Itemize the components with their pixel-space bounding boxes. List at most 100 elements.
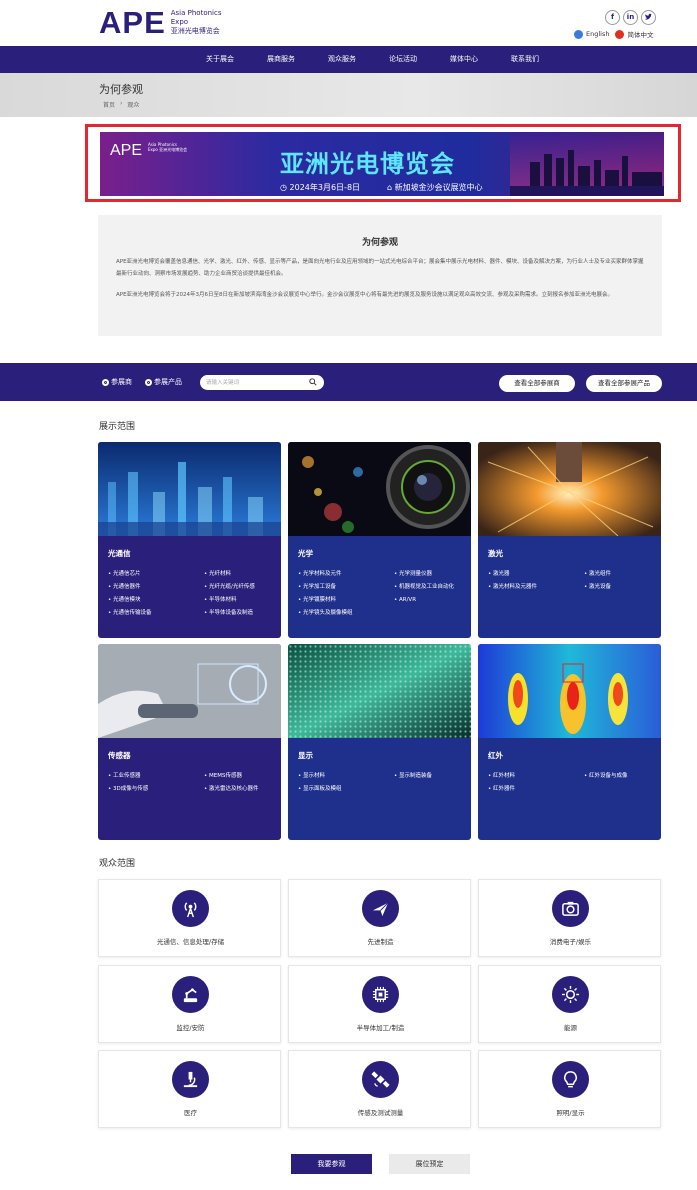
page-title: 为何参观	[99, 83, 143, 96]
radio-exhibitor-label: 参展商	[111, 378, 132, 386]
banner-title: 亚洲光电博览会	[280, 150, 455, 178]
list-item: 半导体设备及制造	[204, 608, 278, 618]
list-item: 光通信芯片	[108, 569, 204, 579]
why-visit-paragraph-1: APE亚洲光电博览会覆盖信息通信、光学、激光、红外、传感、显示等产品，是面向光电…	[116, 259, 644, 277]
banner-logo-sub: Asia Photonics Expo 亚洲光电博览会	[148, 142, 188, 152]
card-title: 显示	[298, 751, 313, 760]
list-item: 半导体材料	[204, 595, 278, 605]
exhibit-card-infrared[interactable]: 红外 红外材料 红外设备与成像 红外器件	[478, 644, 661, 840]
audience-card-advanced-manufacturing[interactable]: 先进制造	[288, 879, 471, 957]
list-item: 光学镜头及摄像模组	[298, 608, 394, 618]
book-booth-button[interactable]: 展位预定	[389, 1154, 470, 1174]
card-item-list: 光通信芯片 光纤材料 光通信器件 光纤光缆/光纤传感 光通信模块 半导体材料 光…	[108, 569, 278, 618]
audience-label: 传感及测试测量	[357, 1109, 404, 1117]
optics-lens-image	[288, 442, 471, 536]
audience-card-sensing-testing[interactable]: 传感及测试测量	[288, 1050, 471, 1128]
city-skyline-image	[510, 132, 664, 196]
exhibit-card-optics[interactable]: 光学 光学材料及元件 光学测量仪器 光学加工设备 机器视觉及工业自动化 光学镀膜…	[288, 442, 471, 638]
page-header: 为何参观 首页 › 观众	[0, 73, 697, 117]
why-visit-section: 为何参观 APE亚洲光电博览会覆盖信息通信、光学、激光、红外、传感、显示等产品，…	[98, 215, 662, 336]
audience-scope-title: 观众范围	[99, 859, 136, 869]
radio-exhibitor[interactable]: 参展商	[102, 377, 132, 387]
main-nav: 关于展会 展商服务 观众服务 论坛活动 媒体中心 联系我们	[0, 46, 697, 73]
exhibit-card-optical-comm[interactable]: 光通信 光通信芯片 光纤材料 光通信器件 光纤光缆/光纤传感 光通信模块 半导体…	[98, 442, 281, 638]
why-visit-heading: 为何参观	[361, 238, 398, 248]
microscope-icon	[172, 1061, 209, 1098]
sun-icon	[552, 976, 589, 1013]
exhibit-card-laser[interactable]: 激光 激光器 激光组件 激光材料及元器件 激光设备	[478, 442, 661, 638]
card-item-list: 工业传感器 MEMS传感器 3D成像与传感 激光雷达及核心器件	[108, 771, 278, 794]
exhibit-card-display[interactable]: 显示 显示材料 显示制造装备 显示面板及模组	[288, 644, 471, 840]
list-item: 激光材料及元器件	[488, 582, 584, 592]
search-input[interactable]	[206, 375, 306, 390]
antenna-icon	[172, 890, 209, 927]
audience-card-optical-comm[interactable]: 光通信、信息处理/存储	[98, 879, 281, 957]
list-item: 显示面板及模组	[298, 784, 394, 794]
card-title: 红外	[488, 751, 503, 760]
audience-card-lighting-display[interactable]: 照明/显示	[478, 1050, 661, 1128]
breadcrumb-current: 观众	[127, 102, 140, 109]
site-header: APE Asia Photonics Expo 亚洲光电博览会 f in Eng…	[0, 0, 697, 46]
camera-icon	[552, 890, 589, 927]
linkedin-icon[interactable]: in	[623, 10, 638, 25]
robot-arm-icon	[172, 976, 209, 1013]
highlighted-banner-frame: APE Asia Photonics Expo 亚洲光电博览会 亚洲光电博览会 …	[85, 124, 681, 202]
twitter-icon[interactable]	[641, 10, 656, 25]
nav-contact[interactable]: 联系我们	[511, 46, 539, 73]
nav-forums[interactable]: 论坛活动	[389, 46, 417, 73]
list-item: 红外器件	[488, 784, 584, 794]
card-item-list: 显示材料 显示制造装备 显示面板及模组	[298, 771, 468, 794]
audience-label: 光通信、信息处理/存储	[156, 938, 225, 946]
chip-icon	[362, 976, 399, 1013]
logo-sub-line3: 亚洲光电博览会	[170, 27, 220, 35]
facebook-icon[interactable]: f	[605, 10, 620, 25]
view-all-products-button[interactable]: 查看全部参展产品	[586, 375, 662, 392]
radio-product[interactable]: 参展产品	[145, 377, 182, 387]
exhibit-card-sensor[interactable]: 传感器 工业传感器 MEMS传感器 3D成像与传感 激光雷达及核心器件	[98, 644, 281, 840]
satellite-icon	[362, 1061, 399, 1098]
list-item: 激光设备	[584, 582, 658, 592]
list-item: 光学测量仪器	[394, 569, 468, 579]
audience-card-consumer-electronics[interactable]: 消费电子/娱乐	[478, 879, 661, 957]
event-banner[interactable]: APE Asia Photonics Expo 亚洲光电博览会 亚洲光电博览会 …	[100, 132, 664, 196]
list-item: 光纤光缆/光纤传感	[204, 582, 278, 592]
breadcrumb-home[interactable]: 首页	[103, 100, 115, 109]
list-item: 光通信模块	[108, 595, 204, 605]
laser-cutting-image	[478, 442, 661, 536]
card-title: 激光	[488, 549, 503, 558]
audience-card-semiconductor[interactable]: 半导体加工/制造	[288, 965, 471, 1043]
list-item: 光学材料及元件	[298, 569, 394, 579]
list-item: 3D成像与传感	[108, 784, 204, 794]
radio-dot	[102, 378, 109, 386]
lang-chinese[interactable]: 简体中文	[615, 29, 653, 39]
register-visit-button[interactable]: 我要参观	[291, 1154, 372, 1174]
infrared-thermal-image	[478, 644, 661, 738]
banner-venue: ⌂ 新加坡金沙会议展览中心	[387, 183, 483, 192]
language-switcher: English 简体中文	[574, 29, 653, 39]
nav-media[interactable]: 媒体中心	[450, 46, 478, 73]
card-item-list: 激光器 激光组件 激光材料及元器件 激光设备	[488, 569, 658, 592]
list-item: AR/VR	[394, 595, 468, 605]
nav-visitor-services[interactable]: 观众服务	[328, 46, 356, 73]
sensor-robot-image	[98, 644, 281, 738]
audience-label: 消费电子/娱乐	[549, 938, 592, 946]
nav-exhibitor-services[interactable]: 展商服务	[267, 46, 295, 73]
list-item: 光通信器件	[108, 582, 204, 592]
why-visit-paragraph-2: APE亚洲光电博览会将于2024年3月6日至8日在新加坡滨海湾金沙会议展览中心举…	[116, 292, 614, 298]
uk-flag-icon	[574, 29, 583, 39]
audience-label: 监控/安防	[176, 1024, 205, 1032]
lang-english[interactable]: English	[574, 29, 609, 39]
logo-sub-line1: Asia Photonics	[170, 9, 222, 17]
search-icon[interactable]	[309, 378, 317, 386]
radio-product-label: 参展产品	[154, 378, 182, 386]
list-item: MEMS传感器	[204, 771, 278, 781]
audience-card-security[interactable]: 监控/安防	[98, 965, 281, 1043]
nav-about[interactable]: 关于展会	[206, 46, 234, 73]
logo[interactable]: APE Asia Photonics Expo 亚洲光电博览会	[99, 7, 222, 38]
view-all-exhibitors-button[interactable]: 查看全部参展商	[499, 375, 575, 392]
card-title: 光学	[298, 549, 313, 558]
audience-card-energy[interactable]: 能源	[478, 965, 661, 1043]
logo-sub-line2: Expo	[170, 18, 189, 26]
card-title: 传感器	[108, 751, 131, 760]
audience-card-medical[interactable]: 医疗	[98, 1050, 281, 1128]
